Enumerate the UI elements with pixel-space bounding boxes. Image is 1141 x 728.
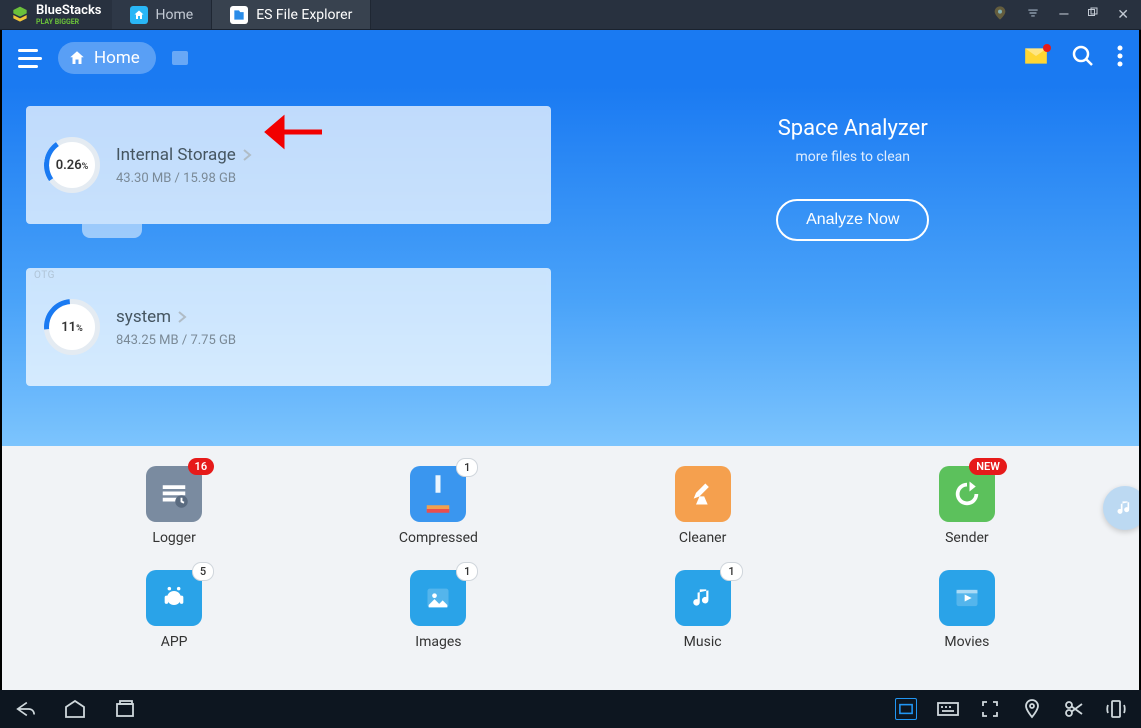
category-music[interactable]: 1 Music [675, 570, 731, 650]
bluestacks-tabs: Home ES File Explorer [112, 0, 981, 29]
storage-sub: 43.30 MB / 15.98 GB [116, 171, 533, 186]
music-fab[interactable] [1103, 486, 1139, 530]
tab-label: ES File Explorer [256, 7, 352, 23]
minimize-button[interactable]: — [1058, 7, 1069, 23]
home-tab-icon [130, 6, 148, 24]
dropdown-icon[interactable] [1026, 6, 1040, 24]
category-label: Cleaner [679, 530, 726, 546]
storage-title: system [116, 307, 171, 327]
category-cleaner[interactable]: Cleaner [675, 466, 731, 546]
location-icon[interactable] [992, 5, 1008, 25]
analyze-now-button[interactable]: Analyze Now [776, 199, 929, 241]
nav-right [895, 698, 1127, 720]
home-nav-icon[interactable] [64, 698, 86, 720]
category-area: 16 Logger 1 Compressed Cleaner [2, 446, 1139, 690]
otg-tag: OTG [34, 270, 55, 281]
storage-area: 0.26% Internal Storage 43.30 MB / 15.98 … [2, 86, 1139, 446]
fullscreen-icon[interactable] [979, 698, 1001, 720]
app-frame: Home 0.26% Internal Storage 43.30 MB / 1… [0, 30, 1141, 690]
badge: 5 [192, 562, 214, 581]
category-label: Music [684, 634, 722, 650]
category-grid: 16 Logger 1 Compressed Cleaner [42, 466, 1099, 650]
android-navbar [0, 690, 1141, 728]
card-stub [82, 224, 142, 238]
menu-icon[interactable] [18, 49, 42, 68]
storage-sub: 843.25 MB / 7.75 GB [116, 333, 533, 348]
more-icon[interactable] [1117, 45, 1123, 71]
badge: 1 [720, 562, 742, 581]
back-icon[interactable] [14, 698, 36, 720]
category-compressed[interactable]: 1 Compressed [399, 466, 478, 546]
notification-dot [1043, 44, 1051, 52]
app-icon: 5 [146, 570, 202, 626]
brand-tagline: Play Bigger [36, 18, 102, 26]
mail-icon[interactable] [1023, 46, 1049, 70]
recent-icon[interactable] [114, 698, 136, 720]
es-tab-icon [230, 6, 248, 24]
maximize-button[interactable] [1087, 7, 1099, 23]
category-label: APP [161, 634, 188, 650]
analyzer-title: Space Analyzer [778, 116, 928, 141]
space-analyzer: Space Analyzer more files to clean Analy… [591, 106, 1116, 416]
chevron-right-icon [242, 148, 252, 162]
keyboard-icon[interactable] [937, 698, 959, 720]
shake-icon[interactable] [1105, 698, 1127, 720]
analyzer-sub: more files to clean [796, 149, 910, 165]
category-label: Sender [945, 530, 989, 546]
category-movies[interactable]: Movies [939, 570, 995, 650]
home-label: Home [94, 48, 140, 68]
logger-icon: 16 [146, 466, 202, 522]
category-app[interactable]: 5 APP [146, 570, 202, 650]
search-icon[interactable] [1071, 44, 1095, 72]
compressed-icon: 1 [410, 466, 466, 522]
window-controls: — ✕ [980, 5, 1141, 25]
es-header: Home [2, 30, 1139, 86]
home-chip[interactable]: Home [58, 42, 156, 74]
bluestacks-icon [10, 5, 30, 25]
badge: NEW [969, 458, 1007, 475]
bluestacks-logo: BlueStacks Play Bigger [0, 3, 112, 26]
badge: 16 [188, 458, 215, 475]
movies-icon [939, 570, 995, 626]
bluestacks-titlebar: BlueStacks Play Bigger Home ES File Expl… [0, 0, 1141, 30]
music-icon: 1 [675, 570, 731, 626]
tab-home[interactable]: Home [112, 0, 213, 29]
window-indicator[interactable] [172, 51, 188, 65]
category-sender[interactable]: NEW Sender [939, 466, 995, 546]
home-icon [68, 49, 86, 67]
usage-ring: 11% [44, 299, 100, 355]
cleaner-icon [675, 466, 731, 522]
usage-ring: 0.26% [44, 137, 100, 193]
category-label: Compressed [399, 530, 478, 546]
category-label: Images [415, 634, 461, 650]
storage-title: Internal Storage [116, 145, 236, 165]
storage-system[interactable]: OTG 11% system 843.25 MB / 7.75 GB [26, 268, 551, 386]
sender-icon: NEW [939, 466, 995, 522]
category-images[interactable]: 1 Images [410, 570, 466, 650]
close-button[interactable]: ✕ [1117, 7, 1129, 23]
tab-label: Home [156, 7, 194, 23]
category-label: Movies [944, 634, 989, 650]
category-label: Logger [152, 530, 195, 546]
location-nav-icon[interactable] [1021, 698, 1043, 720]
tab-es-file-explorer[interactable]: ES File Explorer [212, 0, 371, 29]
scissors-icon[interactable] [1063, 698, 1085, 720]
category-logger[interactable]: 16 Logger [146, 466, 202, 546]
header-actions [1023, 44, 1123, 72]
badge: 1 [456, 458, 478, 477]
brand-text: BlueStacks [36, 3, 102, 18]
images-icon: 1 [410, 570, 466, 626]
badge: 1 [456, 562, 478, 581]
chevron-right-icon [177, 310, 187, 324]
keyboard-toggle-icon[interactable] [895, 698, 917, 720]
annotation-arrow [264, 114, 324, 154]
